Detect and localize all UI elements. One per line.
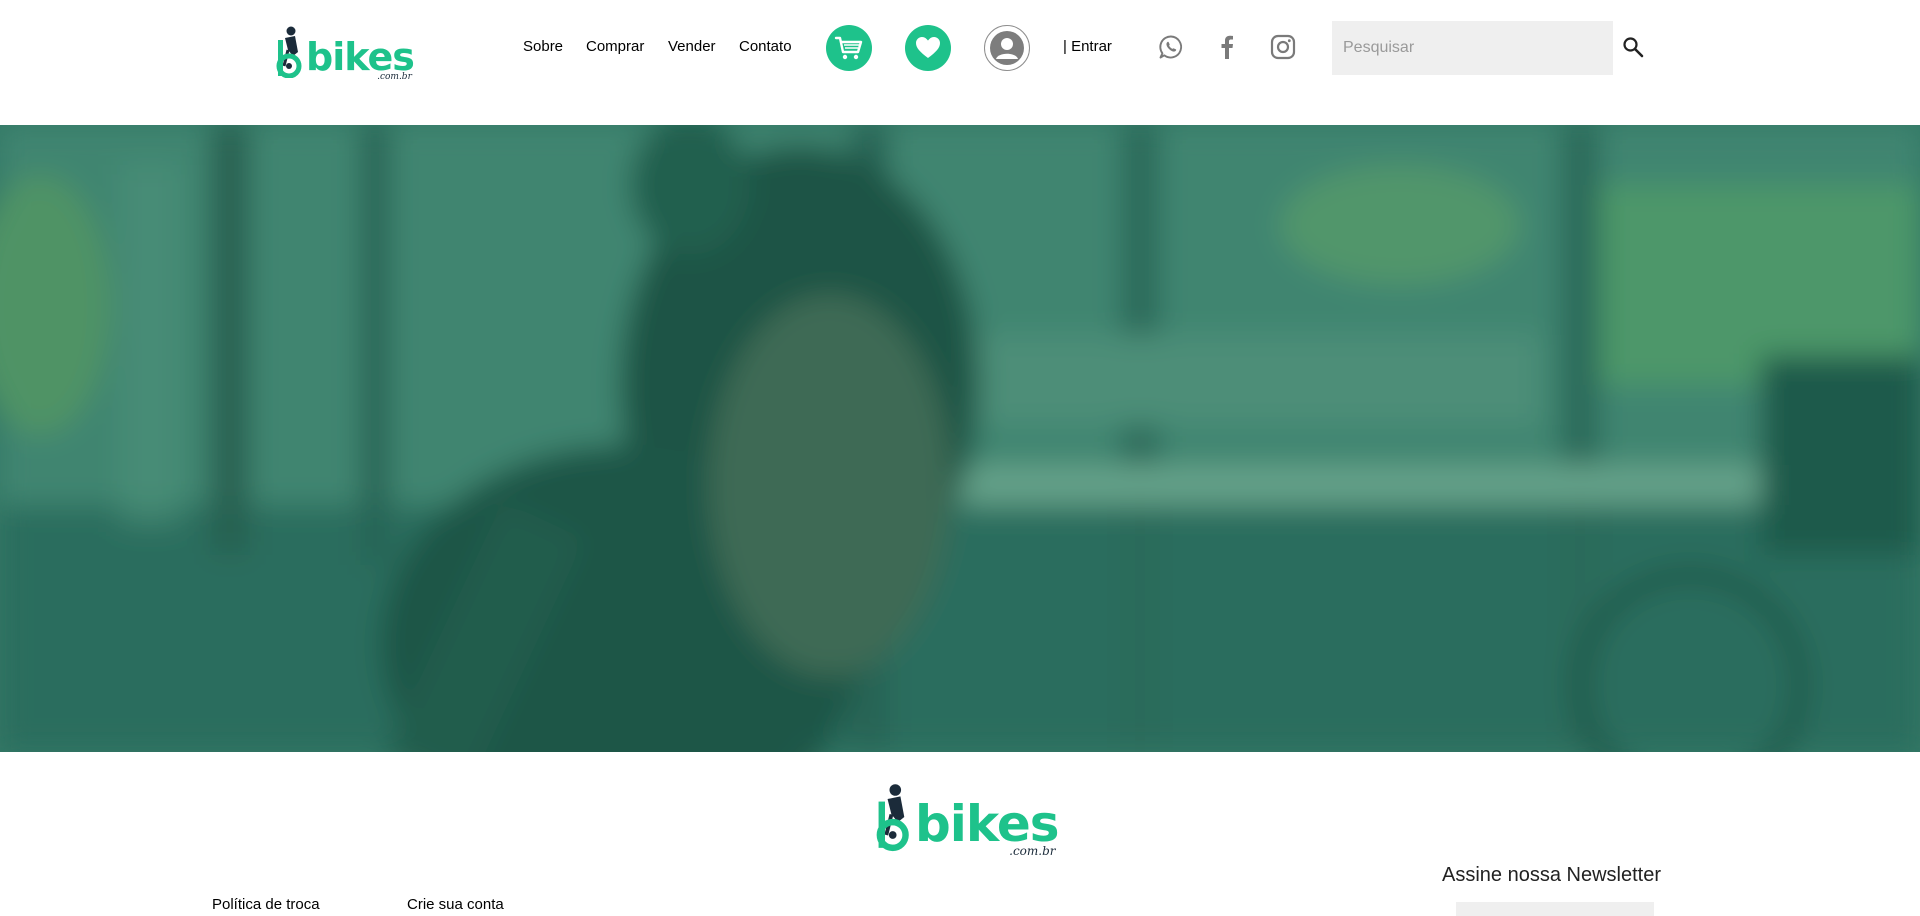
- account-button[interactable]: [984, 25, 1030, 71]
- newsletter-title: Assine nossa Newsletter: [1442, 864, 1661, 886]
- site-header: bikes .com.br Sobre Comprar Vender Conta…: [0, 0, 1920, 125]
- nav-item-sobre[interactable]: Sobre: [523, 38, 563, 55]
- favorites-button[interactable]: [905, 25, 951, 71]
- instagram-link[interactable]: [1268, 32, 1298, 62]
- heart-icon: [916, 37, 940, 58]
- cyclist-logo-icon: [276, 26, 302, 78]
- facebook-link[interactable]: [1212, 32, 1242, 62]
- hero-background-image: [0, 125, 1920, 752]
- login-link[interactable]: | Entrar: [1063, 38, 1112, 55]
- brand-name: bikes: [306, 35, 415, 79]
- whatsapp-link[interactable]: [1156, 32, 1186, 62]
- nav-item-vender[interactable]: Vender: [668, 38, 716, 55]
- search-icon[interactable]: [1622, 36, 1644, 58]
- whatsapp-icon: [1159, 35, 1183, 59]
- footer-link-politica-de-troca[interactable]: Política de troca: [212, 896, 320, 913]
- brand-suffix: .com.br: [377, 72, 412, 82]
- brand-logo[interactable]: bikes .com.br: [276, 16, 415, 82]
- footer-brand-name: bikes: [915, 795, 1060, 853]
- facebook-icon: [1221, 35, 1233, 59]
- cart-button[interactable]: [826, 25, 872, 71]
- footer-brand-suffix: .com.br: [1009, 844, 1056, 858]
- instagram-icon: [1270, 34, 1296, 60]
- footer-brand-logo[interactable]: bikes .com.br: [876, 770, 1060, 858]
- footer-link-crie-sua-conta[interactable]: Crie sua conta: [407, 896, 504, 913]
- user-icon: [990, 31, 1024, 65]
- hero-banner: [0, 125, 1920, 752]
- nav-item-comprar[interactable]: Comprar: [586, 38, 644, 55]
- cart-icon: [834, 36, 863, 60]
- search-input[interactable]: [1332, 21, 1613, 75]
- cyclist-logo-icon: [876, 784, 909, 852]
- newsletter-email-input[interactable]: [1456, 902, 1654, 916]
- nav-item-contato[interactable]: Contato: [739, 38, 792, 55]
